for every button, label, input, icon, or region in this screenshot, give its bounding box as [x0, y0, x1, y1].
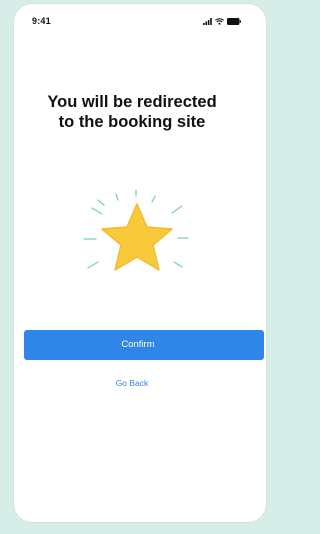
- go-back-link[interactable]: Go Back: [14, 378, 250, 388]
- wifi-icon: [215, 17, 224, 25]
- phone-screen: 9:41 You will be redirected to the booki…: [14, 4, 266, 522]
- page-title: You will be redirected to the booking si…: [14, 92, 250, 132]
- battery-icon: [227, 17, 241, 25]
- star-icon: [101, 203, 173, 271]
- confirm-button[interactable]: Confirm: [24, 330, 264, 360]
- signal-icon: [203, 17, 212, 25]
- page-title-line-1: You will be redirected: [47, 93, 217, 111]
- page-title-line-2: to the booking site: [58, 113, 206, 131]
- status-icons: [203, 16, 241, 26]
- status-bar: 9:41: [14, 4, 266, 34]
- star-illustration: [83, 190, 189, 271]
- status-time: 9:41: [32, 16, 51, 26]
